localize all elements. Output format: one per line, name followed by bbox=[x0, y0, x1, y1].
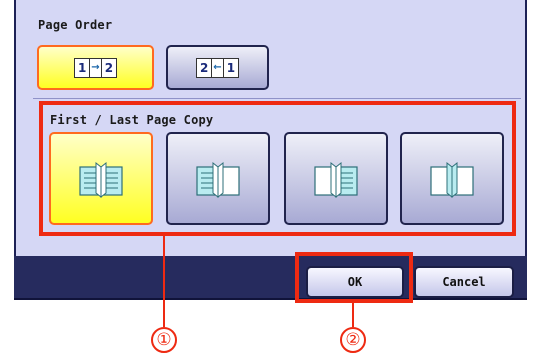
callout-2-number: ② bbox=[340, 327, 366, 353]
page-order-forward-icon: 1 → 2 bbox=[73, 57, 118, 78]
page-order-label: Page Order bbox=[38, 18, 113, 32]
callout-1-line bbox=[163, 236, 165, 327]
page-order-2-1-button[interactable]: 2 ← 1 bbox=[166, 45, 269, 90]
page-order-reverse-icon: 2 ← 1 bbox=[195, 57, 240, 78]
ok-highlight-frame bbox=[295, 252, 413, 303]
order-start-digit: 1 bbox=[77, 60, 87, 75]
callout-1-number: ① bbox=[151, 327, 177, 353]
page-order-1-2-button[interactable]: 1 → 2 bbox=[37, 45, 154, 90]
order-start-digit: 2 bbox=[199, 60, 209, 75]
cancel-button[interactable]: Cancel bbox=[414, 266, 514, 298]
order-arrow: ← bbox=[211, 58, 224, 77]
first-last-highlight-frame bbox=[39, 101, 516, 236]
section-divider bbox=[33, 98, 521, 99]
callout-2-line bbox=[352, 303, 354, 327]
order-end-digit: 1 bbox=[226, 60, 236, 75]
order-end-digit: 2 bbox=[104, 60, 114, 75]
order-arrow: → bbox=[89, 58, 102, 77]
